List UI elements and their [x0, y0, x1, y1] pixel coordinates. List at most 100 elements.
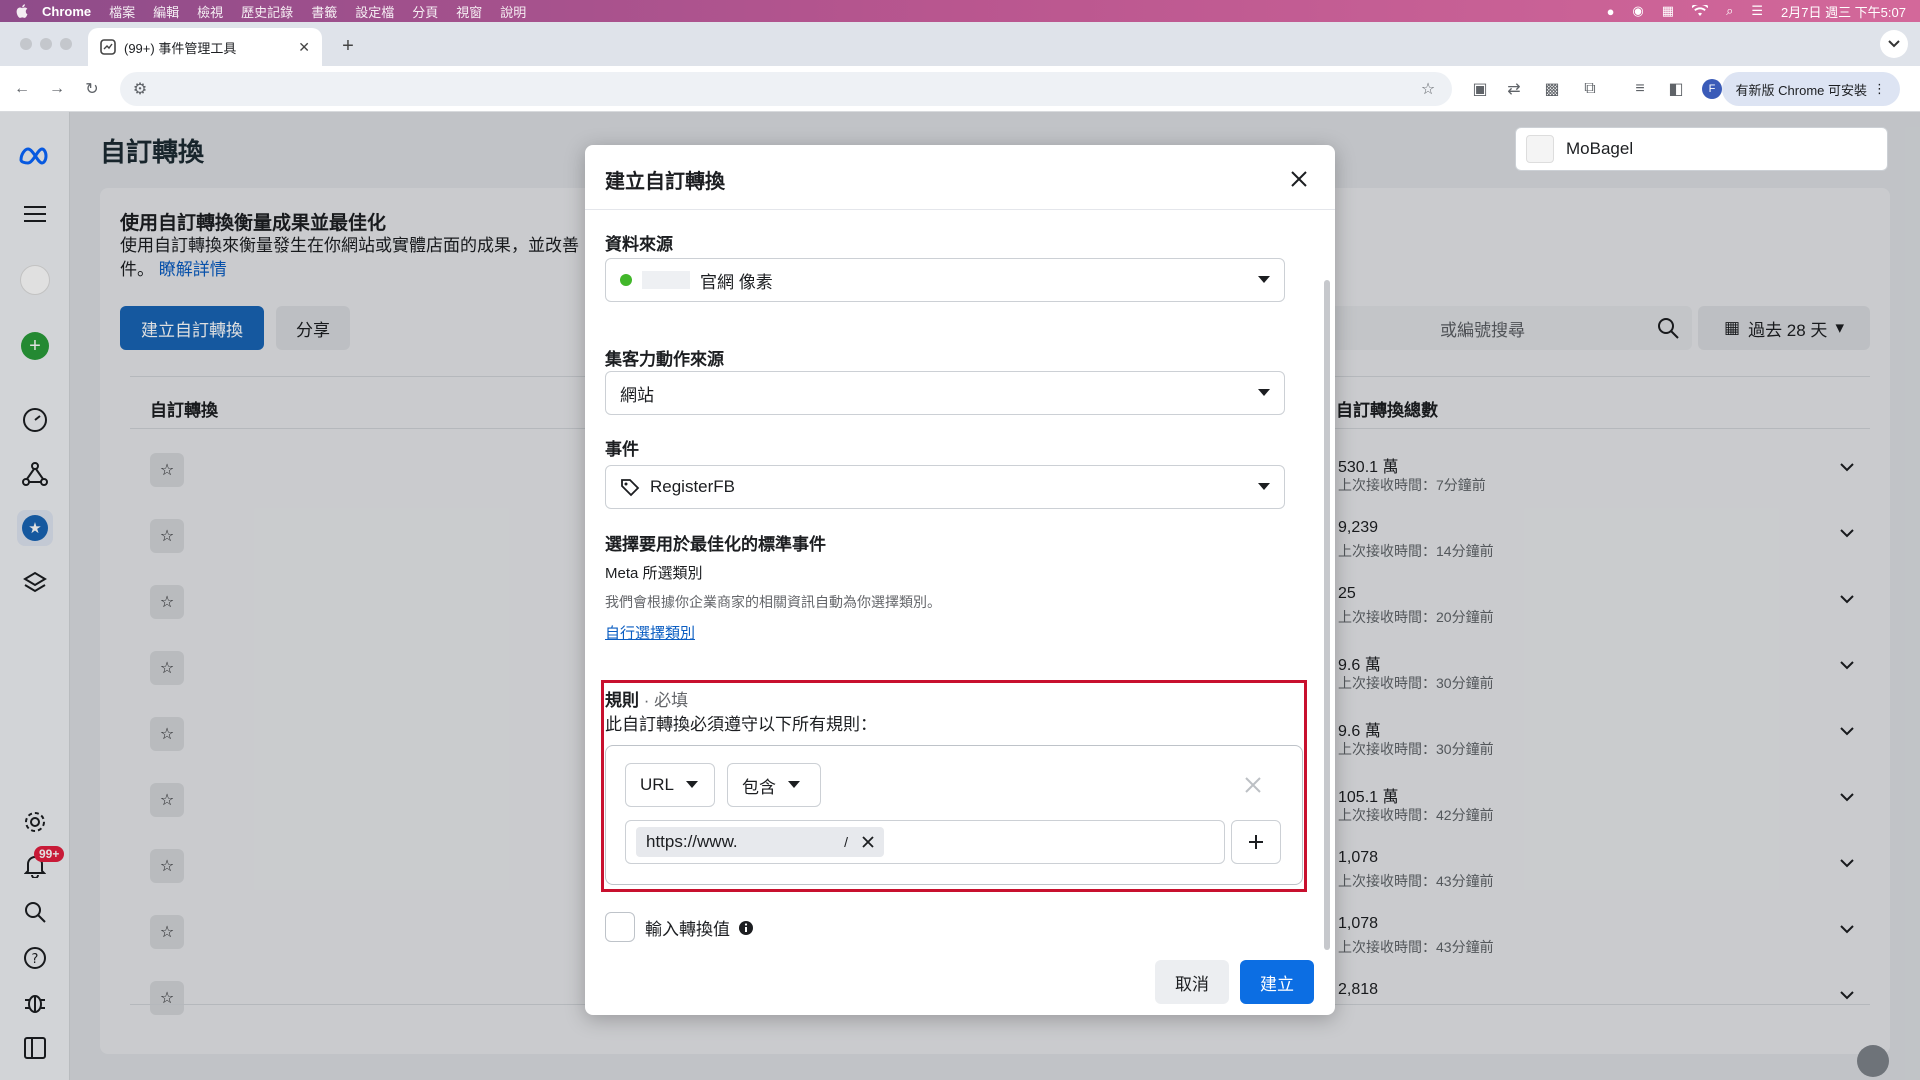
update-label: 有新版 Chrome 可安裝 — [1735, 82, 1867, 98]
data-source-value: 官網 像素 — [700, 272, 773, 292]
window-zoom-control[interactable] — [60, 38, 72, 50]
side-panel-icon[interactable]: ◧ — [1664, 77, 1688, 101]
menubar-item-file[interactable]: 檔案 — [109, 2, 135, 21]
create-button[interactable]: 建立 — [1240, 960, 1314, 1004]
cancel-button[interactable]: 取消 — [1155, 960, 1229, 1004]
dialog-divider — [585, 209, 1335, 210]
conversion-value-label: 輸入轉換值 — [645, 915, 754, 940]
control-center-icon[interactable]: ☰ — [1751, 3, 1763, 19]
window-close-control[interactable] — [20, 38, 32, 50]
caret-down-icon — [1258, 276, 1270, 283]
window-minimize-control[interactable] — [40, 38, 52, 50]
rule-field-value: URL — [640, 775, 675, 794]
event-value: RegisterFB — [650, 477, 736, 496]
forward-arrow-icon[interactable]: → — [45, 77, 69, 101]
search-icon[interactable]: ⌕ — [1726, 3, 1733, 19]
menubar-item-tab[interactable]: 分頁 — [412, 2, 438, 21]
meta-category-description: 我們會根據你企業商家的相關資訊自動為你選擇類別。 — [605, 594, 941, 610]
caret-down-icon — [1258, 483, 1270, 490]
conversion-value-checkbox[interactable] — [605, 912, 635, 942]
caret-down-icon — [1258, 389, 1270, 396]
play-icon[interactable]: ◉ — [1632, 3, 1643, 19]
rules-heading: 規則 · 必填 — [605, 686, 688, 711]
event-label: 事件 — [605, 440, 639, 459]
tab-title: (99+) 事件管理工具 — [124, 40, 237, 56]
close-icon[interactable] — [1285, 165, 1313, 193]
conversion-value-text: 輸入轉換值 — [645, 920, 730, 939]
rule-operator-value: 包含 — [742, 777, 776, 797]
menubar-item-edit[interactable]: 編輯 — [153, 2, 179, 21]
browser-tabstrip: (99+) 事件管理工具 ✕ + — [0, 22, 1920, 66]
bookmark-star-icon[interactable]: ☆ — [1416, 77, 1440, 101]
more-vert-icon: ⋮ — [1873, 81, 1886, 96]
rule-operator-dropdown[interactable]: 包含 — [727, 763, 821, 807]
reload-icon[interactable]: ↻ — [80, 77, 104, 101]
rules-required: · 必填 — [643, 691, 689, 710]
create-custom-conversion-dialog: 建立自訂轉換 資料來源 官網 像素 集客力動作來源 網站 事件 Register… — [585, 145, 1335, 1015]
chat-icon[interactable]: ● — [1607, 4, 1615, 19]
menubar-item-window[interactable]: 視窗 — [456, 2, 482, 21]
action-source-value: 網站 — [620, 385, 654, 405]
standard-event-label: 選擇要用於最佳化的標準事件 — [605, 535, 826, 554]
back-arrow-icon[interactable]: ← — [10, 77, 34, 101]
action-source-select[interactable]: 網站 — [605, 371, 1285, 415]
url-chip: https://www. / — [636, 827, 884, 857]
action-source-label: 集客力動作來源 — [605, 350, 724, 369]
favicon-icon — [100, 39, 116, 55]
menubar-item-bookmarks[interactable]: 書籤 — [311, 2, 337, 21]
event-select[interactable]: RegisterFB — [605, 465, 1285, 509]
account-logo — [1526, 135, 1554, 163]
menubar-status-area: ● ◉ ▦ ⌕ ☰ 2月7日 週三 下午5:07 — [1607, 0, 1906, 22]
tab-search-button[interactable] — [1880, 30, 1908, 58]
extension-ms-icon[interactable]: ▩ — [1540, 77, 1564, 101]
extension-translate-icon[interactable]: ⇄ — [1502, 77, 1526, 101]
menubar-item-history[interactable]: 歷史記錄 — [241, 2, 293, 21]
url-chip-text: https://www. — [646, 832, 738, 851]
chrome-update-button[interactable]: 有新版 Chrome 可安裝 ⋮ — [1721, 72, 1900, 106]
data-source-label: 資料來源 — [605, 235, 673, 254]
redacted-text — [642, 271, 690, 289]
menubar-item-profiles[interactable]: 設定檔 — [355, 2, 394, 21]
status-green-dot — [620, 274, 632, 286]
wifi-icon[interactable] — [1692, 5, 1709, 17]
apple-menu-icon[interactable] — [16, 4, 28, 18]
new-tab-button[interactable]: + — [334, 32, 362, 60]
site-settings-icon[interactable]: ⚙ — [128, 77, 152, 101]
data-source-select[interactable]: 官網 像素 — [605, 258, 1285, 302]
profile-initial: F — [1702, 79, 1722, 99]
caret-down-icon — [686, 781, 699, 788]
browser-toolbar: ← → ↻ ⚙ ☆ ▣ ⇄ ▩ ⧉ ≡ ◧ F 有新版 Chrome 可安裝 ⋮ — [0, 66, 1920, 112]
dialog-scrollbar[interactable] — [1324, 280, 1330, 950]
plus-icon — [1249, 835, 1263, 849]
extensions-puzzle-icon[interactable]: ⧉ — [1578, 77, 1602, 101]
caret-down-icon — [788, 781, 800, 788]
browser-tab-active[interactable]: (99+) 事件管理工具 ✕ — [88, 28, 322, 66]
globe-icon[interactable] — [1857, 1045, 1889, 1077]
tab-close-icon[interactable]: ✕ — [298, 39, 310, 56]
info-icon[interactable] — [738, 920, 754, 936]
url-chip-suffix: / — [844, 834, 848, 850]
dialog-title: 建立自訂轉換 — [605, 171, 725, 193]
menubar-item-view[interactable]: 檢視 — [197, 2, 223, 21]
account-selector[interactable]: MoBagel — [1515, 127, 1888, 171]
reading-list-icon[interactable]: ≡ — [1628, 77, 1652, 101]
add-rule-value-button[interactable] — [1231, 820, 1281, 864]
tag-icon — [621, 479, 640, 497]
profile-avatar[interactable]: F — [1700, 77, 1724, 101]
rules-label: 規則 — [605, 691, 639, 710]
address-bar[interactable]: ⚙ ☆ — [120, 72, 1452, 106]
account-name: MoBagel — [1566, 139, 1634, 158]
menubar-app-name[interactable]: Chrome — [42, 4, 91, 19]
choose-category-link[interactable]: 自行選擇類別 — [605, 622, 695, 643]
keyboard-icon[interactable]: ▦ — [1662, 3, 1674, 19]
remove-rule-icon[interactable] — [1245, 777, 1261, 793]
meta-category-label: Meta 所選類別 — [605, 565, 703, 582]
menubar-item-help[interactable]: 說明 — [500, 2, 526, 21]
chip-remove-icon[interactable] — [862, 836, 874, 848]
extension-screen-icon[interactable]: ▣ — [1468, 77, 1492, 101]
rules-description: 此自訂轉換必須遵守以下所有規則： — [605, 715, 877, 734]
rule-field-dropdown[interactable]: URL — [625, 763, 715, 807]
rule-value-input[interactable]: https://www. / — [625, 820, 1225, 864]
chevron-down-icon — [1888, 40, 1900, 48]
menubar-clock[interactable]: 2月7日 週三 下午5:07 — [1781, 2, 1906, 21]
